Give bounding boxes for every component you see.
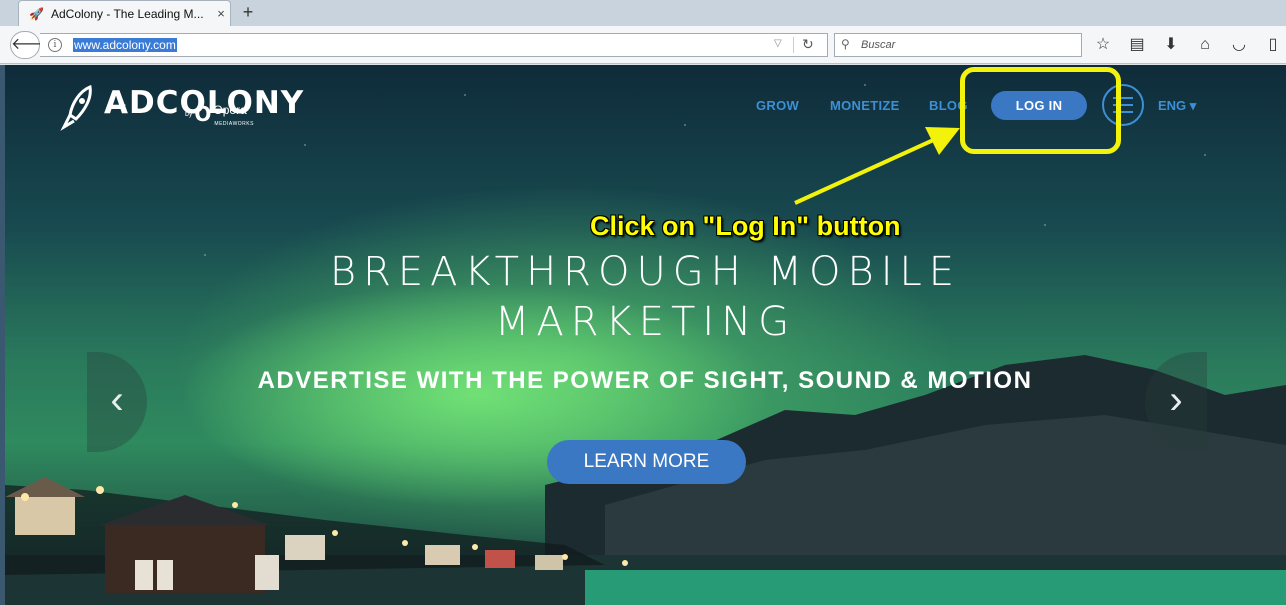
hero-title-line1: BREAKTHROUGH MOBILE [329,249,962,295]
pocket-icon[interactable]: ◡ [1228,34,1250,56]
mediaworks-word: MEDIAWORKS [214,121,254,127]
toolbar-icons: ☆ ▤ ⬇ ⌂ ◡ ▯ [1092,34,1284,56]
opera-word: Opera [213,103,247,117]
logo-by-text: by [185,110,193,118]
search-placeholder: Buscar [861,39,896,51]
divider [793,37,794,53]
bookmark-star-icon[interactable]: ☆ [1092,34,1114,56]
opera-wordmark: Opera MEDIAWORKS [211,101,254,127]
language-selector[interactable]: ENG ▾ [1158,98,1196,114]
new-tab-button[interactable]: + [238,2,258,22]
info-icon[interactable]: i [48,38,62,52]
nav-grow-link[interactable]: GROW [756,98,799,113]
hero-title-line2: MARKETING [494,299,797,345]
page-viewport: ADCOLONY by O Opera MEDIAWORKS GROW MONE… [5,65,1286,605]
annotation-callout: Click on "Log In" button [590,211,901,241]
rocket-icon [60,85,92,131]
opera-mediaworks-logo: by O Opera MEDIAWORKS [185,101,254,127]
login-highlight-box [960,67,1121,154]
back-button[interactable]: 🡐 [10,31,54,59]
reading-list-icon[interactable]: ▤ [1126,34,1148,56]
url-text[interactable]: www.adcolony.com [73,38,177,52]
browser-tab[interactable]: 🚀 AdColony - The Leading M... × [18,0,231,26]
chevron-left-icon: ‹ [110,378,124,422]
download-icon[interactable]: ⬇ [1160,34,1182,56]
tab-bar: 🚀 AdColony - The Leading M... × + [0,0,1286,26]
opera-o-icon: O [194,102,212,126]
rocket-favicon-icon: 🚀 [29,6,44,21]
tab-title: AdColony - The Leading M... [51,6,204,21]
home-icon[interactable]: ⌂ [1194,34,1216,56]
search-input[interactable]: ⚲ Buscar [834,33,1082,57]
search-icon: ⚲ [841,37,850,51]
nav-monetize-link[interactable]: MONETIZE [830,98,900,113]
navigation-toolbar: 🡐 i www.adcolony.com ▽ ↻ ⚲ Buscar ☆ ▤ ⬇ … [0,26,1286,64]
adcolony-logo[interactable]: ADCOLONY [60,85,304,131]
learn-more-button[interactable]: LEARN MORE [547,440,746,484]
close-tab-icon[interactable]: × [212,6,230,21]
chevron-right-icon: › [1169,378,1183,422]
history-dropdown-icon[interactable]: ▽ [774,38,782,49]
reload-icon[interactable]: ↻ [802,36,814,53]
address-bar[interactable]: i www.adcolony.com ▽ ↻ [40,33,828,57]
overflow-menu-icon[interactable]: ▯ [1262,34,1284,56]
hero-subtitle: ADVERTISE WITH THE POWER OF SIGHT, SOUND… [257,367,1033,394]
